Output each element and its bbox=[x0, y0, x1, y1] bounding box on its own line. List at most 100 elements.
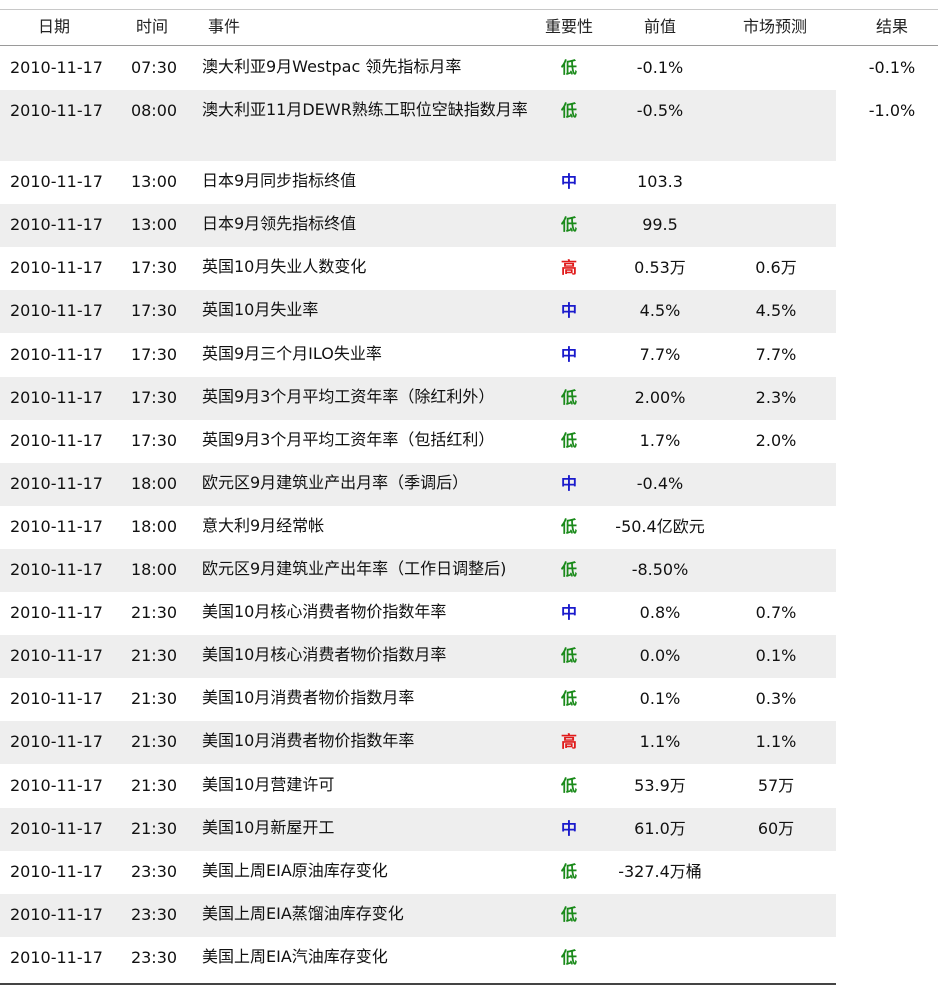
table-row: 2010-11-17 21:30 美国10月新屋开工 中 61.0万 60万 bbox=[0, 807, 836, 851]
row-event: 英国9月3个月平均工资年率（包括红利） bbox=[202, 429, 495, 449]
row-importance: 中 bbox=[560, 473, 577, 493]
cropped-top-strip bbox=[0, 0, 938, 8]
row-date: 2010-11-17 bbox=[10, 258, 103, 278]
row-importance: 低 bbox=[560, 101, 577, 121]
row-time: 08:00 bbox=[130, 101, 178, 121]
table-row: 2010-11-17 17:30 英国10月失业人数变化 高 0.53万 0.6万 bbox=[0, 247, 836, 291]
row-time: 17:30 bbox=[130, 387, 178, 407]
table-row: 2010-11-17 17:30 英国9月3个月平均工资年率（除红利外） 低 2.00%… bbox=[0, 376, 836, 420]
row-forecast: 0.7% bbox=[755, 603, 797, 623]
row-event: 美国10月营建许可 bbox=[202, 774, 335, 794]
row-date: 2010-11-17 bbox=[10, 560, 103, 579]
row-event: 日本9月领先指标终值 bbox=[202, 214, 357, 234]
row-forecast: 57万 bbox=[757, 775, 795, 795]
header-importance: 重要性 bbox=[545, 17, 594, 36]
row-previous: 99.5 bbox=[642, 215, 678, 235]
header-forecast: 市场预测 bbox=[743, 17, 808, 36]
row-forecast: 0.6万 bbox=[755, 258, 797, 278]
table-row: 2010-11-17 07:30 澳大利亚9月Westpac 领先指标月率 低 -0.1… bbox=[0, 47, 915, 91]
table-row: 2010-11-17 13:00 日本9月同步指标终值 中 103.3 bbox=[0, 161, 836, 205]
row-time: 23:30 bbox=[130, 947, 178, 967]
row-time: 18:00 bbox=[130, 516, 178, 536]
row-time: 23:30 bbox=[130, 904, 178, 924]
row-time: 23:30 bbox=[130, 861, 178, 881]
row-event: 日本9月同步指标终值 bbox=[202, 171, 357, 191]
row-event: 欧元区9月建筑业产出年率（工作日调整后) bbox=[202, 559, 507, 578]
row-event: 意大利9月经常帐 bbox=[202, 515, 325, 535]
row-importance: 中 bbox=[560, 344, 577, 364]
row-importance: 低 bbox=[560, 215, 577, 235]
row-previous: 1.7% bbox=[639, 430, 681, 450]
row-date: 2010-11-17 bbox=[10, 215, 103, 235]
row-event: 欧元区9月建筑业产出月率（季调后） bbox=[202, 472, 469, 492]
row-previous: -50.4亿欧元 bbox=[615, 516, 705, 536]
table-header: 日期 时间 事件 重要性 前值 市场预测 结果 bbox=[0, 10, 938, 46]
row-date: 2010-11-17 bbox=[10, 344, 103, 364]
header-time: 时间 bbox=[136, 17, 169, 36]
row-importance: 低 bbox=[560, 430, 577, 450]
row-previous: 0.0% bbox=[639, 646, 681, 666]
row-previous: -0.1% bbox=[636, 58, 684, 77]
row-importance: 低 bbox=[560, 646, 577, 666]
row-result: -1.0% bbox=[868, 101, 916, 121]
row-forecast: 4.5% bbox=[755, 301, 797, 321]
row-previous: -8.50% bbox=[631, 560, 689, 579]
table-row: 2010-11-17 23:30 美国上周EIA蒸馏油库存变化 低 bbox=[0, 893, 836, 937]
row-time: 21:30 bbox=[130, 689, 178, 709]
table-row: 2010-11-17 21:30 美国10月核心消费者物价指数年率 中 0.8% 0.7% bbox=[0, 592, 836, 636]
row-date: 2010-11-17 bbox=[10, 603, 103, 623]
row-importance: 低 bbox=[560, 560, 577, 579]
table-row: 2010-11-17 13:00 日本9月领先指标终值 低 99.5 bbox=[0, 204, 836, 248]
row-result: -0.1% bbox=[868, 58, 916, 77]
header-event: 事件 bbox=[208, 17, 241, 36]
row-importance: 低 bbox=[560, 689, 577, 709]
row-event: 美国10月核心消费者物价指数月率 bbox=[202, 645, 447, 665]
row-forecast: 7.7% bbox=[755, 344, 797, 364]
row-event: 美国上周EIA蒸馏油库存变化 bbox=[202, 903, 404, 923]
row-event: 英国9月三个月ILO失业率 bbox=[202, 343, 382, 363]
row-date: 2010-11-17 bbox=[10, 775, 103, 795]
row-event: 英国10月失业人数变化 bbox=[202, 257, 367, 277]
table-row: 2010-11-17 23:30 美国上周EIA汽油库存变化 低 bbox=[0, 936, 836, 980]
row-importance: 低 bbox=[560, 387, 577, 407]
row-time: 18:00 bbox=[130, 560, 178, 579]
row-previous: 1.1% bbox=[639, 732, 681, 752]
row-time: 18:00 bbox=[130, 473, 178, 493]
row-importance: 低 bbox=[560, 58, 577, 77]
row-forecast: 0.3% bbox=[755, 689, 797, 709]
row-date: 2010-11-17 bbox=[10, 904, 103, 924]
row-importance: 中 bbox=[560, 301, 577, 321]
row-event: 美国10月消费者物价指数月率 bbox=[202, 688, 415, 708]
table-row: 2010-11-17 18:00 欧元区9月建筑业产出年率（工作日调整后) 低 -8.5… bbox=[0, 549, 836, 593]
row-time: 21:30 bbox=[130, 646, 178, 666]
row-importance: 低 bbox=[560, 775, 577, 795]
header-date: 日期 bbox=[38, 17, 71, 36]
row-date: 2010-11-17 bbox=[10, 818, 103, 838]
row-date: 2010-11-17 bbox=[10, 646, 103, 666]
row-date: 2010-11-17 bbox=[10, 387, 103, 407]
row-previous: 0.8% bbox=[639, 603, 681, 623]
table-row: 2010-11-17 21:30 美国10月核心消费者物价指数月率 低 0.0% 0.1% bbox=[0, 635, 836, 679]
row-date: 2010-11-17 bbox=[10, 516, 103, 536]
table-row: 2010-11-17 08:00 澳大利亚11月DEWR熟练工职位空缺指数月率 低 -0… bbox=[0, 90, 915, 162]
row-time: 13:00 bbox=[130, 172, 178, 192]
row-time: 07:30 bbox=[130, 58, 178, 77]
row-event: 澳大利亚9月Westpac 领先指标月率 bbox=[202, 57, 462, 76]
row-event: 美国10月消费者物价指数年率 bbox=[202, 731, 415, 751]
row-previous: 61.0万 bbox=[634, 818, 686, 838]
row-forecast: 2.0% bbox=[755, 430, 797, 450]
row-event: 英国10月失业率 bbox=[202, 300, 319, 320]
row-event: 英国9月3个月平均工资年率（除红利外） bbox=[202, 386, 495, 406]
row-event: 美国上周EIA汽油库存变化 bbox=[202, 946, 388, 966]
row-date: 2010-11-17 bbox=[10, 301, 103, 321]
row-previous: 4.5% bbox=[639, 301, 681, 321]
row-forecast: 0.1% bbox=[755, 646, 797, 666]
row-forecast: 1.1% bbox=[755, 732, 797, 752]
row-previous: -0.4% bbox=[636, 473, 684, 493]
row-previous: 7.7% bbox=[639, 344, 681, 364]
row-previous: 0.53万 bbox=[634, 258, 686, 278]
row-date: 2010-11-17 bbox=[10, 947, 103, 967]
row-date: 2010-11-17 bbox=[10, 473, 103, 493]
row-forecast: 2.3% bbox=[755, 387, 797, 407]
row-time: 17:30 bbox=[130, 258, 178, 278]
